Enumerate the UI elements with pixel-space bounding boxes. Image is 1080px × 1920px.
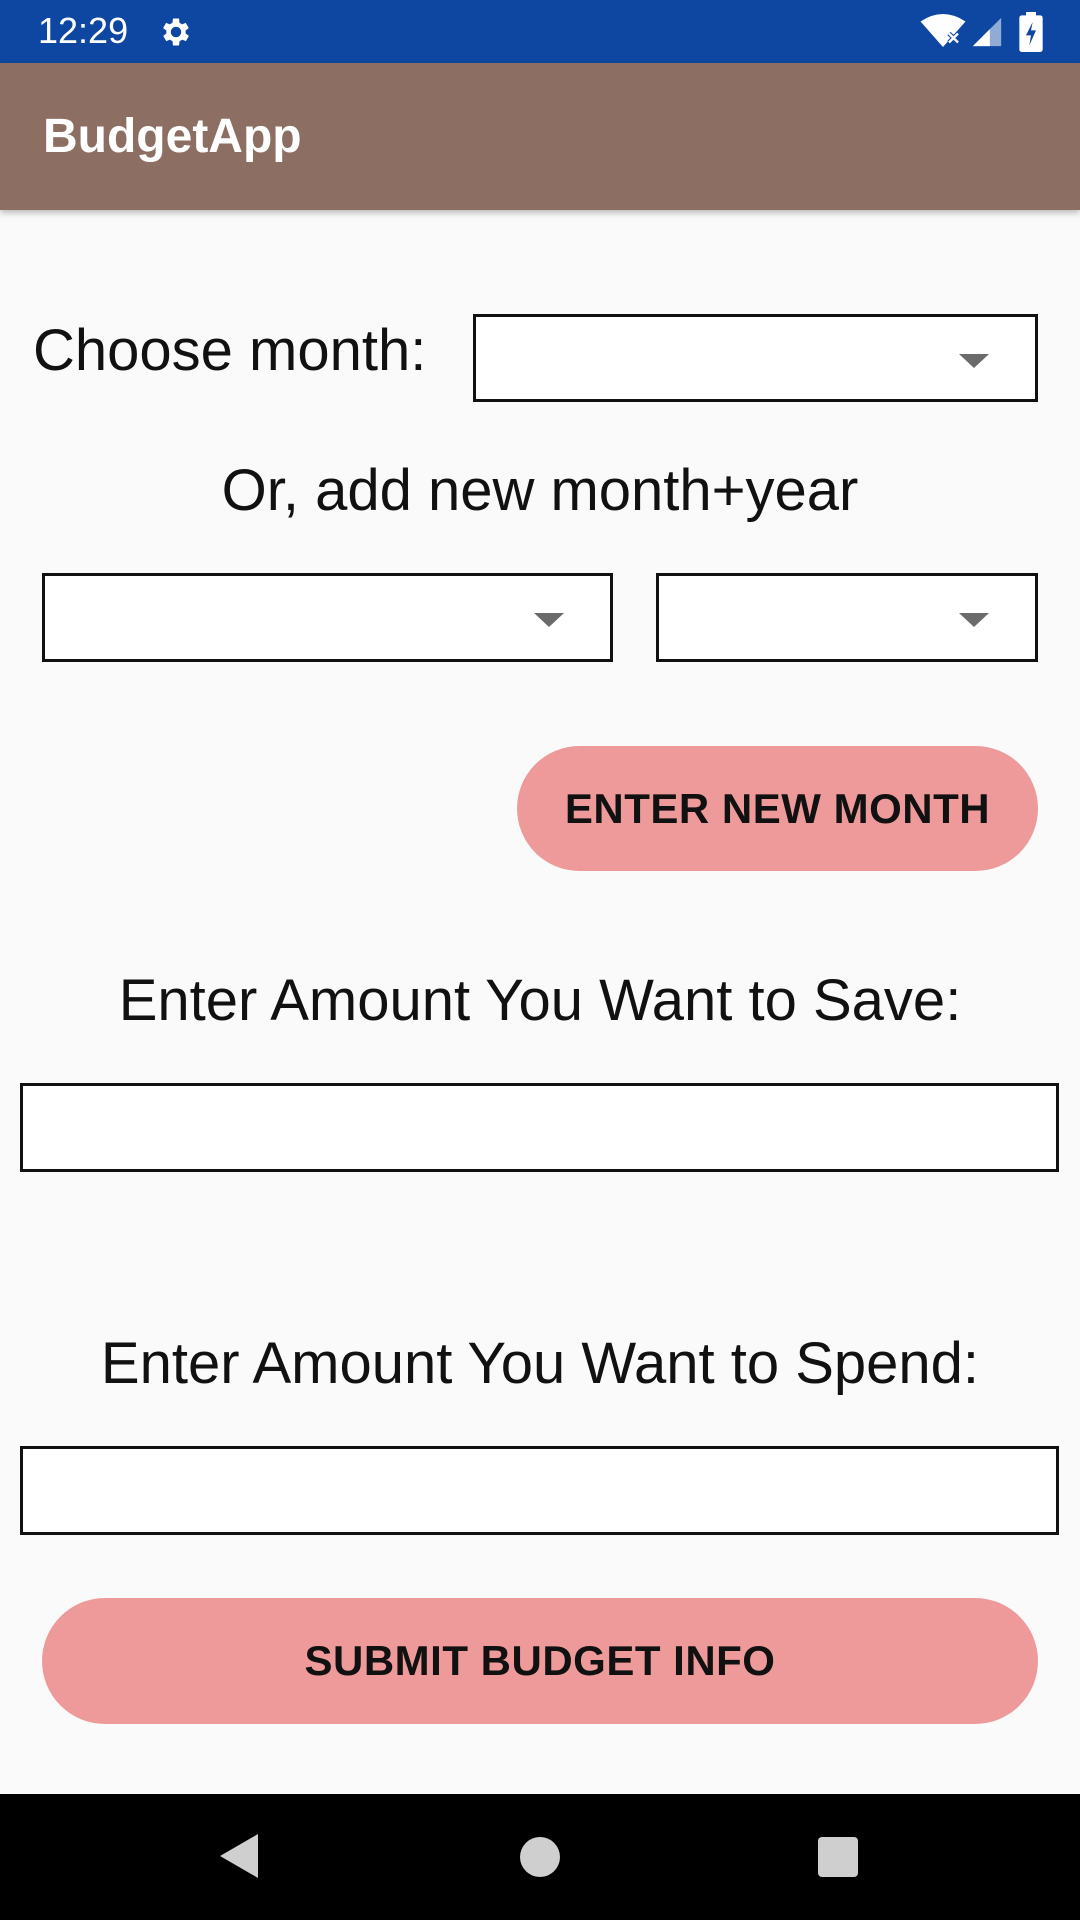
app-bar: BudgetApp bbox=[0, 63, 1080, 210]
dropdown-arrow-icon bbox=[534, 613, 564, 627]
recents-icon[interactable] bbox=[818, 1837, 858, 1877]
home-icon[interactable] bbox=[520, 1837, 560, 1877]
wifi-icon bbox=[920, 14, 966, 47]
spend-amount-input[interactable] bbox=[20, 1446, 1059, 1535]
status-bar: 12:29 bbox=[0, 0, 1080, 63]
settings-gear-icon bbox=[163, 18, 189, 46]
enter-new-month-button[interactable]: ENTER NEW MONTH bbox=[517, 746, 1038, 871]
save-amount-input[interactable] bbox=[20, 1083, 1059, 1172]
dropdown-arrow-icon bbox=[959, 613, 989, 627]
new-month-dropdown[interactable] bbox=[42, 573, 613, 662]
status-time: 12:29 bbox=[38, 10, 129, 51]
navigation-bar bbox=[0, 1794, 1080, 1920]
spend-amount-label: Enter Amount You Want to Spend: bbox=[100, 1331, 980, 1396]
back-icon[interactable] bbox=[218, 1832, 260, 1880]
app-title: BudgetApp bbox=[43, 110, 302, 163]
new-year-dropdown[interactable] bbox=[656, 573, 1038, 662]
submit-budget-button[interactable]: SUBMIT BUDGET INFO bbox=[42, 1598, 1038, 1724]
cell-signal-icon bbox=[972, 17, 1002, 47]
battery-charging-icon bbox=[1019, 12, 1043, 52]
dropdown-arrow-icon bbox=[959, 354, 989, 368]
choose-month-label: Choose month: bbox=[33, 318, 427, 383]
choose-month-dropdown[interactable] bbox=[473, 314, 1038, 402]
save-amount-label: Enter Amount You Want to Save: bbox=[118, 968, 962, 1033]
add-new-month-label: Or, add new month+year bbox=[221, 458, 859, 523]
